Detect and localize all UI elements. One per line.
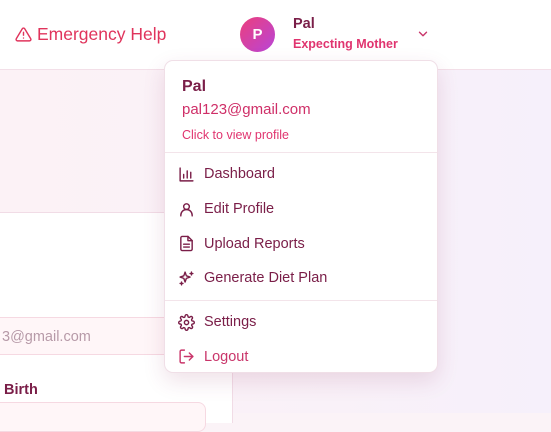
emergency-help-label: Emergency Help (37, 24, 167, 44)
dropdown-profile-header: Pal pal123@gmail.com Click to view profi… (165, 61, 437, 152)
dropdown-user-email: pal123@gmail.com (182, 101, 311, 118)
menu-item-label: Upload Reports (204, 235, 305, 252)
birth-date-field[interactable] (0, 402, 206, 432)
menu-item-settings[interactable]: Settings (165, 305, 437, 340)
user-name: Pal (293, 16, 315, 32)
chevron-down-icon[interactable] (416, 27, 430, 41)
warning-triangle-icon (15, 27, 32, 42)
user-dropdown-menu: Pal pal123@gmail.com Click to view profi… (164, 60, 438, 373)
menu-item-generate-diet-plan[interactable]: Generate Diet Plan (165, 261, 437, 296)
emergency-help-button[interactable]: Emergency Help (15, 24, 166, 45)
user-icon (180, 202, 193, 217)
footer-menu-group: Settings Logout (165, 301, 437, 378)
avatar: P (240, 16, 275, 52)
menu-item-label: Generate Diet Plan (204, 270, 328, 287)
birth-date-label: Birth (4, 382, 38, 398)
view-profile-link[interactable]: Click to view profile (182, 128, 437, 143)
logout-icon (179, 349, 194, 364)
menu-item-label: Edit Profile (204, 201, 275, 218)
menu-item-edit-profile[interactable]: Edit Profile (165, 192, 437, 227)
menu-item-logout[interactable]: Logout (165, 339, 437, 374)
menu-item-label: Settings (204, 314, 257, 331)
menu-item-label: Logout (204, 348, 249, 365)
document-icon (180, 235, 193, 252)
user-menu-trigger[interactable]: P Pal Expecting Mother (240, 16, 398, 52)
user-role: Expecting Mother (293, 37, 398, 51)
sparkles-icon (179, 271, 194, 286)
dropdown-user-name: Pal (182, 78, 207, 95)
menu-item-dashboard[interactable]: Dashboard (165, 157, 437, 192)
menu-item-label: Dashboard (204, 166, 275, 183)
menu-item-upload-reports[interactable]: Upload Reports (165, 226, 437, 261)
bar-chart-icon (179, 167, 194, 182)
gear-icon (178, 313, 195, 331)
main-menu-group: Dashboard Edit Profile Upload Reports Ge… (165, 153, 437, 300)
